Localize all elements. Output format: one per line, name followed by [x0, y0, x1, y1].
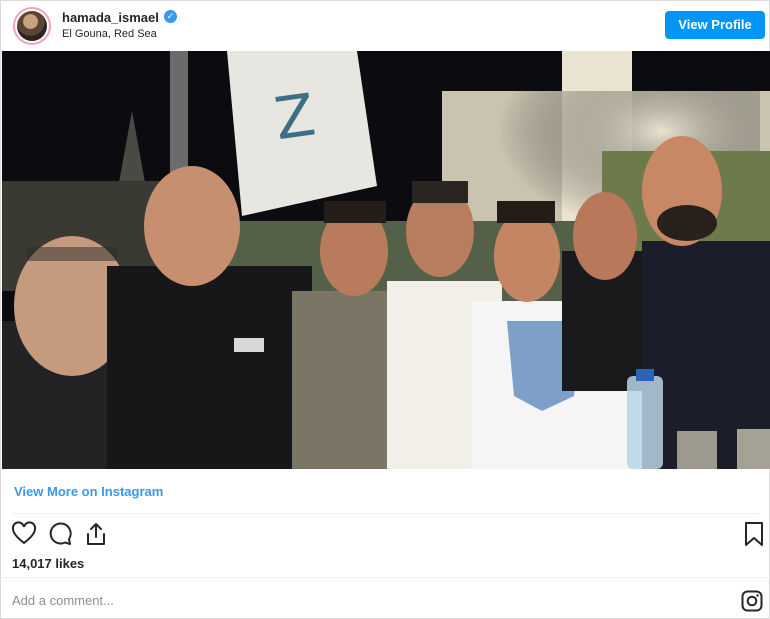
- username[interactable]: hamada_ismael: [62, 10, 159, 25]
- photo-illustration: Z: [2, 51, 770, 469]
- post-header: hamada_ismael ✓ El Gouna, Red Sea View P…: [1, 1, 770, 51]
- divider: [13, 513, 759, 514]
- instagram-icon[interactable]: [741, 590, 763, 612]
- view-profile-button[interactable]: View Profile: [665, 11, 765, 39]
- view-more-link[interactable]: View More on Instagram: [14, 484, 163, 499]
- avatar[interactable]: [13, 7, 51, 45]
- location[interactable]: El Gouna, Red Sea: [62, 28, 157, 40]
- comment-bubble-icon[interactable]: [47, 521, 73, 547]
- heart-icon[interactable]: [11, 521, 37, 547]
- verified-badge-icon: ✓: [164, 10, 177, 23]
- divider: [2, 577, 770, 578]
- likes-count[interactable]: 14,017 likes: [12, 556, 84, 571]
- post-photo[interactable]: Z: [2, 51, 770, 469]
- avatar-image: [17, 11, 47, 41]
- share-icon[interactable]: [83, 521, 109, 547]
- comment-input[interactable]: Add a comment...: [12, 593, 114, 608]
- bookmark-icon[interactable]: [741, 521, 767, 547]
- instagram-embed: hamada_ismael ✓ El Gouna, Red Sea View P…: [0, 0, 770, 619]
